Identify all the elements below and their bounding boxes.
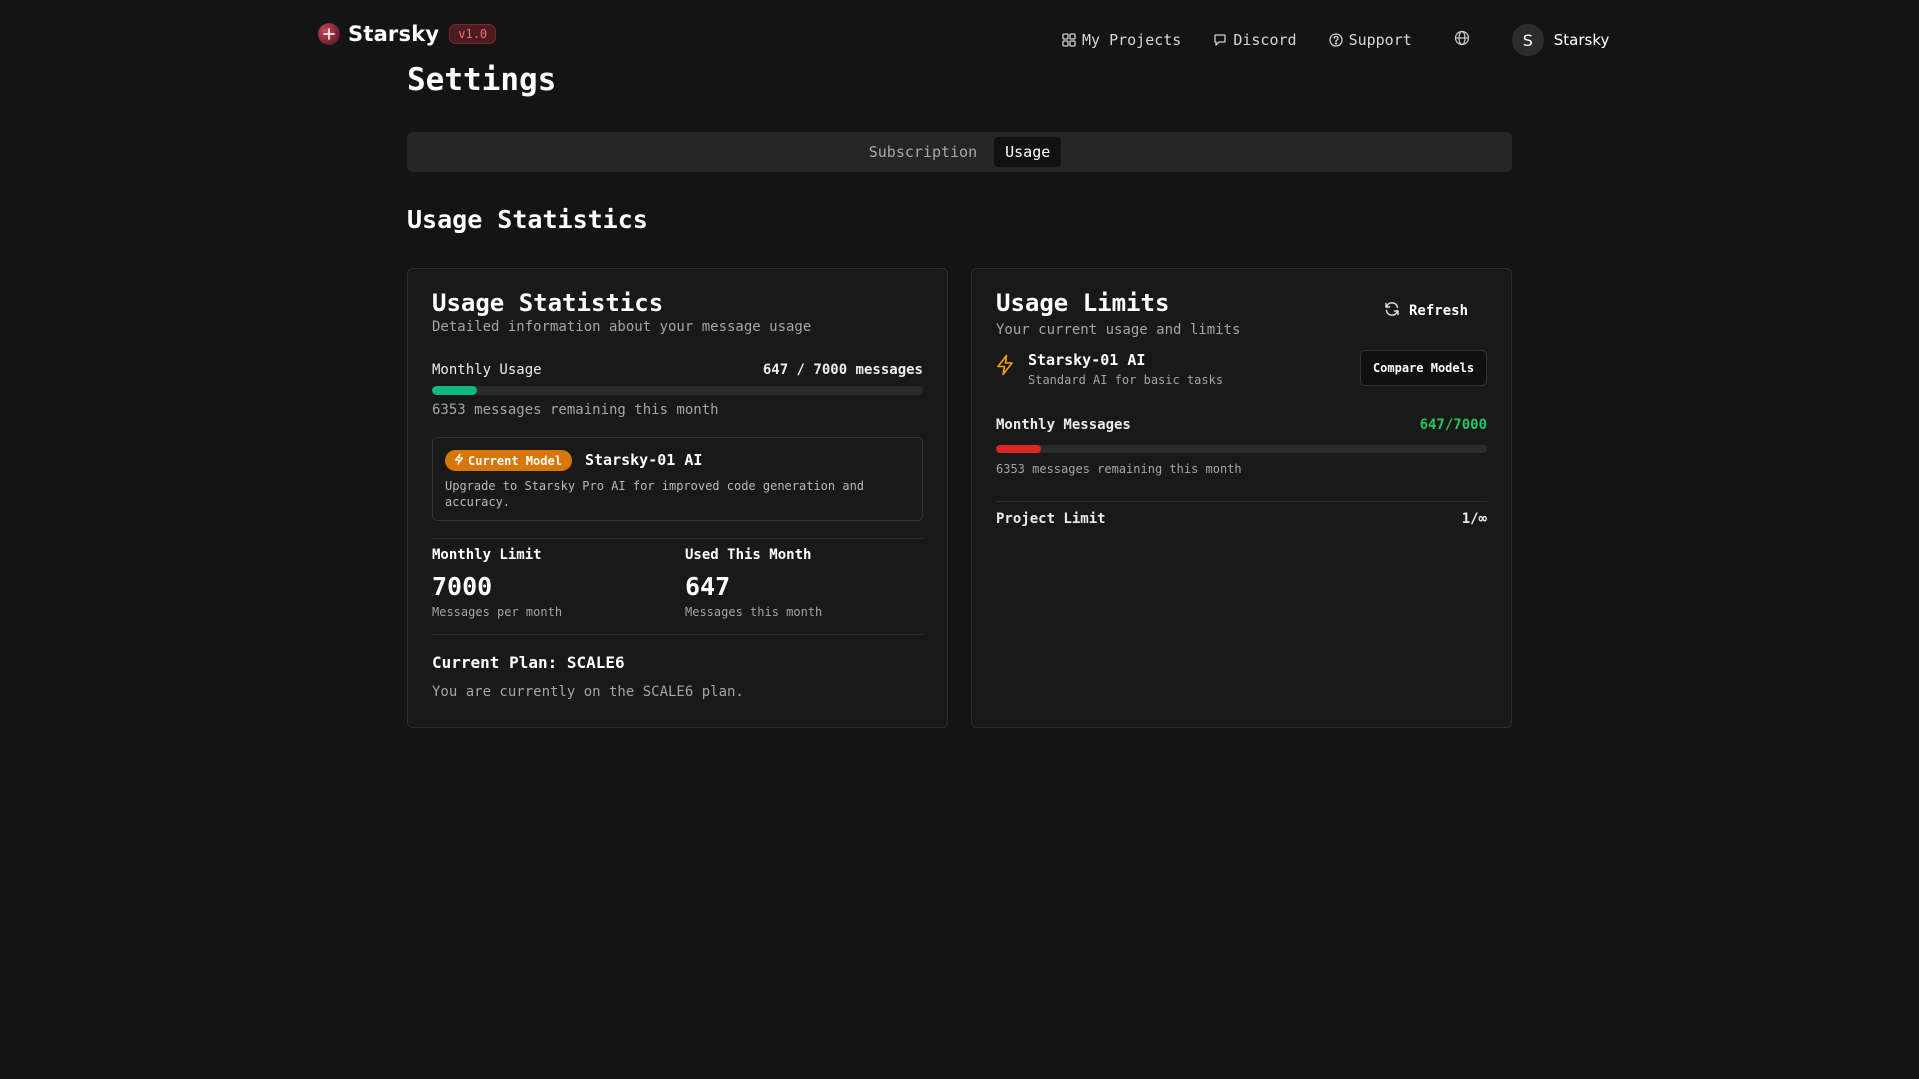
avatar: S bbox=[1511, 24, 1544, 56]
monthly-usage-label: Monthly Usage bbox=[432, 362, 542, 378]
lightning-icon bbox=[996, 354, 1014, 380]
usage-limits-card: Usage Limits Your current usage and limi… bbox=[971, 268, 1512, 728]
remaining-text: 6353 messages remaining this month bbox=[996, 462, 1242, 476]
compare-models-button[interactable]: Compare Models bbox=[1360, 350, 1487, 386]
nav-label: Discord bbox=[1233, 31, 1297, 49]
usage-progress-fill bbox=[432, 386, 478, 395]
card-subtitle: Detailed information about your message … bbox=[432, 319, 812, 335]
monthly-messages-value: 647/7000 bbox=[1419, 417, 1487, 433]
remaining-text: 6353 messages remaining this month bbox=[432, 402, 719, 418]
divider bbox=[432, 634, 923, 635]
starsky-logo-icon bbox=[318, 23, 340, 45]
messages-progress-fill bbox=[996, 445, 1042, 453]
monthly-limit-label: Monthly Limit bbox=[432, 547, 542, 563]
model-description: Standard AI for basic tasks bbox=[1028, 373, 1224, 387]
nav-support[interactable]: Support bbox=[1328, 31, 1412, 49]
project-limit-label: Project Limit bbox=[996, 511, 1106, 527]
brand-name: Starsky bbox=[348, 22, 440, 46]
user-name: Starsky bbox=[1553, 31, 1610, 49]
used-this-month-value: 647 bbox=[685, 572, 731, 601]
monthly-limit-value: 7000 bbox=[432, 572, 493, 601]
nav-discord[interactable]: Discord bbox=[1213, 31, 1297, 49]
current-plan-title: Current Plan: SCALE6 bbox=[432, 653, 625, 672]
version-badge: v1.0 bbox=[449, 24, 497, 44]
model-description: Upgrade to Starsky Pro AI for improved c… bbox=[445, 479, 865, 509]
used-this-month-label: Used This Month bbox=[685, 547, 812, 563]
badge-label: Current Model bbox=[468, 453, 562, 468]
divider bbox=[432, 538, 923, 539]
card-title: Usage Statistics bbox=[432, 289, 664, 317]
nav-my-projects[interactable]: My Projects bbox=[1062, 31, 1181, 49]
messages-progress-bar bbox=[996, 445, 1487, 453]
page-title: Settings bbox=[407, 62, 557, 98]
refresh-icon bbox=[1384, 301, 1400, 321]
card-title: Usage Limits bbox=[996, 289, 1170, 317]
nav-label: Support bbox=[1348, 31, 1412, 49]
used-this-month-sub: Messages this month bbox=[685, 605, 823, 619]
model-name: Starsky-01 AI bbox=[1028, 351, 1146, 369]
tab-subscription[interactable]: Subscription bbox=[858, 137, 988, 167]
current-model-box: Current Model Starsky-01 AI Upgrade to S… bbox=[432, 437, 923, 521]
usage-statistics-card: Usage Statistics Detailed information ab… bbox=[407, 268, 948, 728]
monthly-limit-sub: Messages per month bbox=[432, 605, 563, 619]
usage-progress-bar bbox=[432, 386, 923, 395]
tab-usage[interactable]: Usage bbox=[994, 137, 1062, 167]
top-nav: My Projects Discord Support S Starsky bbox=[1062, 24, 1609, 56]
help-circle-icon bbox=[1328, 33, 1343, 47]
user-menu[interactable]: S Starsky bbox=[1511, 24, 1610, 56]
card-subtitle: Your current usage and limits bbox=[996, 322, 1241, 338]
monthly-messages-label: Monthly Messages bbox=[996, 417, 1131, 433]
monthly-usage-value: 647 / 7000 messages bbox=[762, 362, 923, 378]
lightning-icon bbox=[454, 453, 464, 468]
settings-tabs: Subscription Usage bbox=[407, 132, 1512, 172]
nav-label: My Projects bbox=[1082, 31, 1182, 49]
model-name: Starsky-01 AI bbox=[585, 451, 703, 469]
refresh-label: Refresh bbox=[1409, 303, 1469, 319]
top-header: Starsky v1.0 My Projects Discord Support… bbox=[0, 0, 1919, 70]
globe-icon bbox=[1454, 30, 1470, 50]
model-info: Starsky-01 AI Standard AI for basic task… bbox=[1028, 351, 1223, 387]
language-button[interactable] bbox=[1454, 30, 1470, 50]
grid-icon bbox=[1062, 33, 1076, 47]
refresh-button[interactable]: Refresh bbox=[1384, 301, 1468, 321]
model-info-row: Starsky-01 AI Standard AI for basic task… bbox=[996, 351, 1223, 387]
section-title: Usage Statistics bbox=[407, 205, 648, 234]
divider bbox=[996, 501, 1487, 502]
project-limit-value: 1/∞ bbox=[1461, 511, 1487, 527]
current-plan-description: You are currently on the SCALE6 plan. bbox=[432, 684, 744, 700]
brand[interactable]: Starsky v1.0 bbox=[318, 22, 497, 46]
chat-icon bbox=[1213, 33, 1227, 47]
current-model-badge: Current Model bbox=[445, 450, 572, 471]
